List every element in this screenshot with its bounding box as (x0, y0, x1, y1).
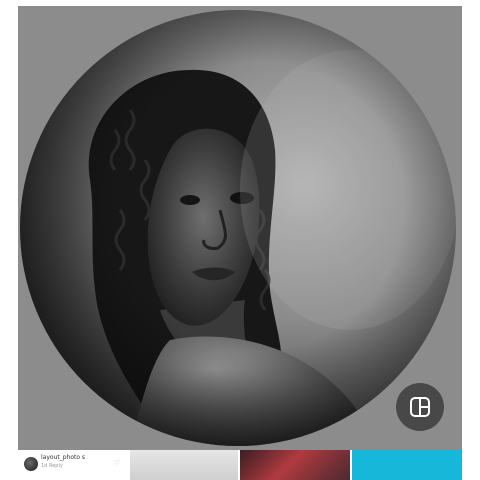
layout-button[interactable] (396, 383, 444, 431)
post-meta: 1d Reply (41, 463, 63, 469)
circular-profile-photo[interactable] (20, 10, 456, 446)
app-screen: layout_photo s 1d Reply ♡ (0, 0, 480, 480)
thumbnail-cyan[interactable] (352, 450, 462, 480)
avatar (24, 457, 38, 471)
thumbnail-red[interactable] (240, 450, 350, 480)
layout-icon (410, 397, 430, 417)
post-thumbnail[interactable]: layout_photo s 1d Reply ♡ (18, 450, 128, 480)
heart-icon[interactable]: ♡ (114, 459, 120, 467)
thumbnail-light[interactable] (130, 450, 238, 480)
photo-viewer (18, 6, 462, 450)
portrait-image (20, 10, 456, 446)
post-username: layout_photo s (41, 454, 86, 461)
thumbnail-strip: layout_photo s 1d Reply ♡ (18, 450, 462, 480)
